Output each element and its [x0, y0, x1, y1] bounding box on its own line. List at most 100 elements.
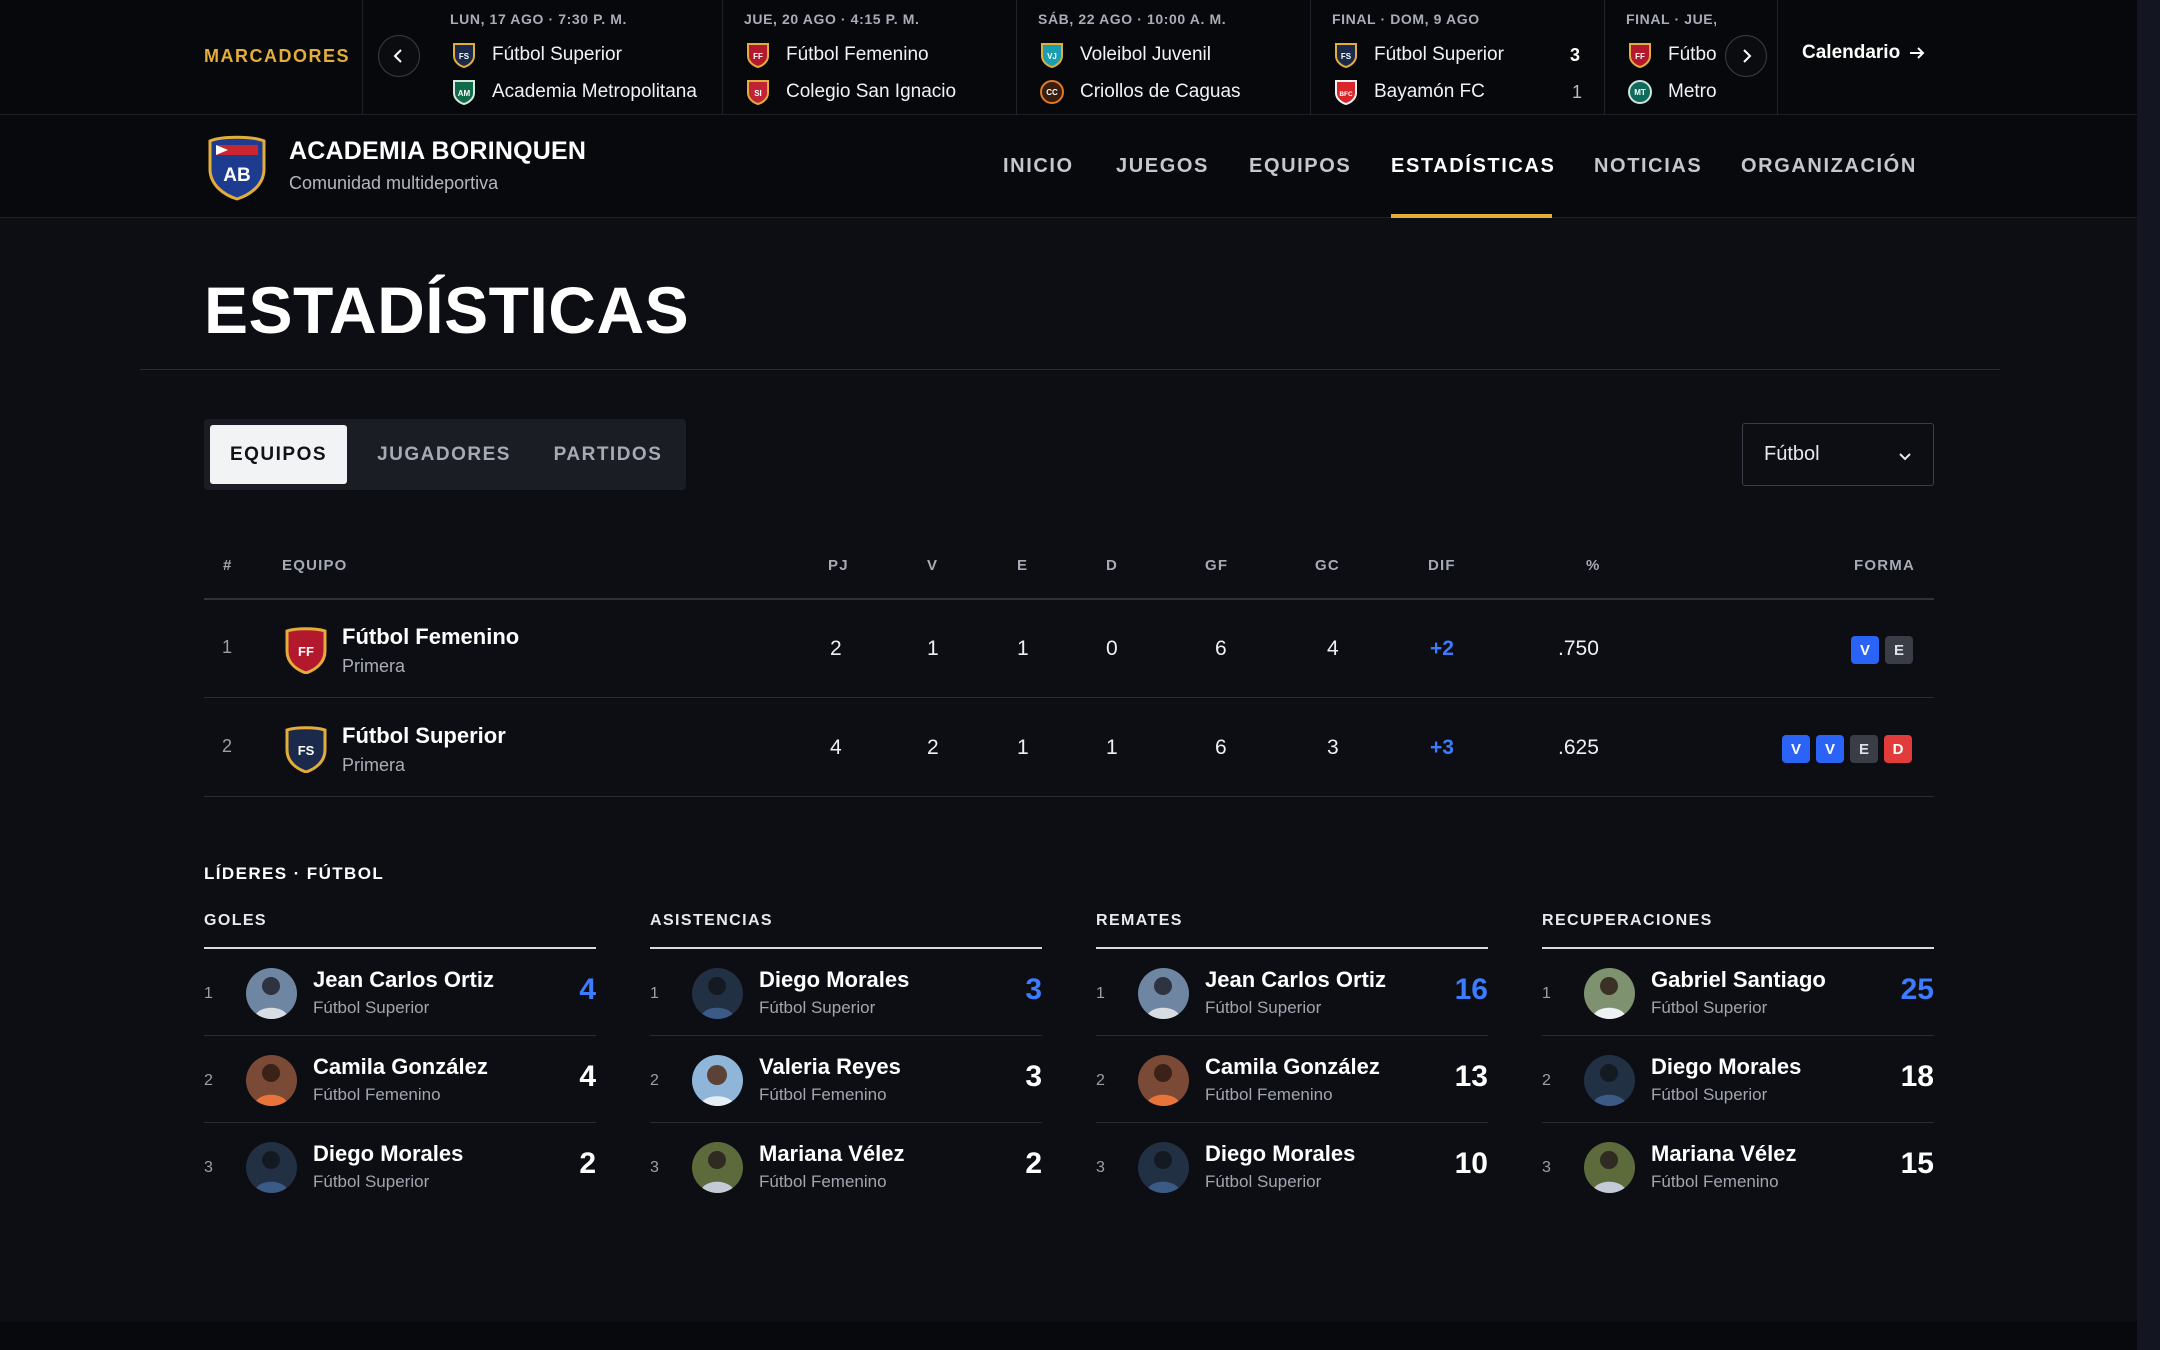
- game-card[interactable]: SÁB, 22 AGO · 10:00 A. M. VJ Voleibol Ju…: [1038, 0, 1308, 115]
- leader-row[interactable]: 2 Camila González Fútbol Femenino 4: [204, 1036, 596, 1123]
- leader-row[interactable]: 3 Diego Morales Fútbol Superior 10: [1096, 1123, 1488, 1210]
- stats-tabs: EQUIPOS JUGADORES PARTIDOS: [204, 419, 686, 490]
- leader-row[interactable]: 2 Camila González Fútbol Femenino 13: [1096, 1036, 1488, 1123]
- ticker-prev-button[interactable]: [378, 35, 420, 77]
- column-header-rank: #: [223, 557, 233, 574]
- ticker-divider: [1310, 0, 1311, 115]
- nav-item-juegos[interactable]: JUEGOS: [1116, 155, 1209, 178]
- avatar: [1138, 968, 1189, 1019]
- team-name[interactable]: Fútbol Femenino: [342, 624, 519, 650]
- game-date: LUN, 17 AGO · 7:30 P. M.: [450, 11, 627, 27]
- ticker-label: MARCADORES: [204, 46, 351, 66]
- team-crest-icon: CC: [1038, 78, 1066, 106]
- form-badge: V: [1851, 636, 1879, 664]
- ticker-divider: [362, 0, 363, 115]
- ticker-divider: [1604, 0, 1605, 115]
- svg-text:CC: CC: [1046, 88, 1058, 97]
- leader-row[interactable]: 1 Jean Carlos Ortiz Fútbol Superior 16: [1096, 949, 1488, 1036]
- ticker-divider: [1777, 0, 1778, 115]
- calendar-link[interactable]: Calendario: [1802, 42, 1926, 64]
- team-crest-icon: FF: [1626, 41, 1654, 69]
- game-card[interactable]: FINAL · JUE, FF Fútbol MT Metro: [1626, 0, 1716, 115]
- divider: [140, 369, 2000, 370]
- avatar: [1584, 968, 1635, 1019]
- leader-category: RECUPERACIONES: [1542, 912, 1934, 949]
- svg-text:AM: AM: [458, 89, 471, 98]
- form-badge: V: [1782, 735, 1810, 763]
- tab-equipos[interactable]: EQUIPOS: [210, 425, 347, 484]
- leader-row[interactable]: 3 Diego Morales Fútbol Superior 2: [204, 1123, 596, 1210]
- leader-row[interactable]: 1 Gabriel Santiago Fútbol Superior 25: [1542, 949, 1934, 1036]
- avatar: [1138, 1142, 1189, 1193]
- team-division: Primera: [342, 656, 406, 676]
- column-header-d: D: [1106, 557, 1119, 574]
- team-crest-icon: SI: [744, 78, 772, 106]
- nav-item-equipos[interactable]: EQUIPOS: [1249, 155, 1351, 178]
- avatar: [1138, 1055, 1189, 1106]
- leader-column-recuperaciones: RECUPERACIONES 1 Gabriel Santiago Fútbol…: [1542, 912, 1934, 1210]
- chevron-down-icon: [1899, 453, 1911, 461]
- sport-select[interactable]: Fútbol: [1742, 423, 1934, 486]
- game-date: JUE, 20 AGO · 4:15 P. M.: [744, 11, 920, 27]
- team-crest-icon: FS: [1332, 41, 1360, 69]
- game-date: FINAL · DOM, 9 AGO: [1332, 11, 1480, 27]
- nav-item-inicio[interactable]: INICIO: [1003, 155, 1074, 178]
- column-header-e: E: [1017, 557, 1029, 574]
- game-date: FINAL · JUE,: [1626, 11, 1716, 27]
- leader-row[interactable]: 3 Mariana Vélez Fútbol Femenino 2: [650, 1123, 1042, 1210]
- leaders-title: LÍDERES · FÚTBOL: [204, 864, 385, 883]
- game-card[interactable]: FINAL · DOM, 9 AGO FS Fútbol Superior 3 …: [1332, 0, 1584, 115]
- avatar: [692, 1142, 743, 1193]
- column-header-team: EQUIPO: [282, 557, 348, 574]
- ticker-next-button[interactable]: [1725, 35, 1767, 77]
- team-division: Primera: [342, 755, 406, 775]
- svg-text:SI: SI: [754, 89, 762, 98]
- tab-jugadores[interactable]: JUGADORES: [364, 425, 524, 484]
- avatar: [692, 968, 743, 1019]
- leader-row[interactable]: 1 Diego Morales Fútbol Superior 3: [650, 949, 1042, 1036]
- leader-category: ASISTENCIAS: [650, 912, 1042, 949]
- team-crest-icon: FS: [450, 41, 478, 69]
- table-row[interactable]: 1 FF Fútbol Femenino Primera 2 1 1 0 6 4…: [204, 600, 1934, 698]
- nav-item-noticias[interactable]: NOTICIAS: [1594, 155, 1702, 178]
- leader-row[interactable]: 3 Mariana Vélez Fútbol Femenino 15: [1542, 1123, 1934, 1210]
- game-away-team: SI Colegio San Ignacio: [744, 77, 956, 107]
- column-header-pj: PJ: [828, 557, 849, 574]
- avatar: [246, 1142, 297, 1193]
- game-date: SÁB, 22 AGO · 10:00 A. M.: [1038, 11, 1227, 27]
- game-home-team: FS Fútbol Superior: [450, 40, 720, 70]
- column-header-dif: DIF: [1428, 557, 1456, 574]
- scrollbar-track[interactable]: [2137, 0, 2160, 1350]
- game-card[interactable]: LUN, 17 AGO · 7:30 P. M. FS Fútbol Super…: [450, 0, 720, 115]
- chevron-right-icon: [1743, 49, 1752, 63]
- game-score: 3: [1570, 44, 1581, 65]
- svg-text:FS: FS: [298, 743, 315, 758]
- column-header-gc: GC: [1315, 557, 1340, 574]
- leader-column-goles: GOLES 1 Jean Carlos Ortiz Fútbol Superio…: [204, 912, 596, 1210]
- team-crest-icon: AM: [450, 78, 478, 106]
- team-crest-icon: FS: [285, 726, 327, 773]
- leader-row[interactable]: 2 Diego Morales Fútbol Superior 18: [1542, 1036, 1934, 1123]
- team-name[interactable]: Fútbol Superior: [342, 723, 506, 749]
- ticker-divider: [1016, 0, 1017, 115]
- nav-item-estadisticas[interactable]: ESTADÍSTICAS: [1391, 155, 1555, 178]
- game-home-team: FF Fútbol: [1626, 40, 1716, 70]
- column-header-gf: GF: [1205, 557, 1229, 574]
- scoreboard-ticker: MARCADORES LUN, 17 AGO · 7:30 P. M. FS F…: [0, 0, 2137, 115]
- leader-row[interactable]: 2 Valeria Reyes Fútbol Femenino 3: [650, 1036, 1042, 1123]
- team-crest-icon: FF: [285, 627, 327, 674]
- game-score: 1: [1572, 81, 1583, 102]
- game-home-team: FS Fútbol Superior 3: [1332, 40, 1584, 70]
- svg-text:BFC: BFC: [1339, 91, 1353, 98]
- team-crest-icon: FF: [744, 41, 772, 69]
- tab-partidos[interactable]: PARTIDOS: [538, 425, 678, 484]
- game-card[interactable]: JUE, 20 AGO · 4:15 P. M. FF Fútbol Femen…: [744, 0, 1014, 115]
- table-row[interactable]: 2 FS Fútbol Superior Primera 4 2 1 1 6 3…: [204, 699, 1934, 797]
- avatar: [692, 1055, 743, 1106]
- leader-row[interactable]: 1 Jean Carlos Ortiz Fútbol Superior 4: [204, 949, 596, 1036]
- nav-item-organizacion[interactable]: ORGANIZACIÓN: [1741, 155, 1917, 178]
- leader-column-asistencias: ASISTENCIAS 1 Diego Morales Fútbol Super…: [650, 912, 1042, 1210]
- avatar: [1584, 1055, 1635, 1106]
- form-badge: E: [1885, 636, 1913, 664]
- svg-text:FS: FS: [1341, 52, 1352, 61]
